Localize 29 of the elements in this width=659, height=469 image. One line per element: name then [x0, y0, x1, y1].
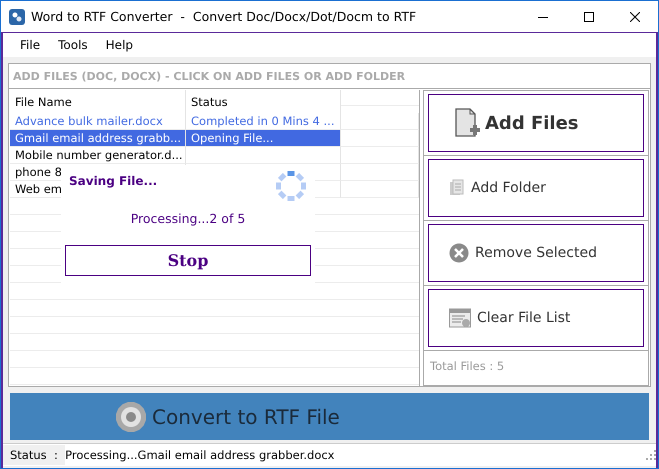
stop-button[interactable]: Stop — [65, 245, 311, 276]
total-files-count: Total Files : 5 — [429, 358, 506, 375]
menu-item[interactable]: Tools — [49, 36, 97, 54]
progress-message: Processing...2 of 5 — [130, 211, 246, 226]
action-button[interactable]: Clear File List — [428, 289, 644, 347]
window-title: Word to RTF Converter - Convert Doc/Docx/Dot/Docm to RTF — [31, 9, 416, 24]
column-header[interactable]: Status — [186, 90, 341, 113]
remove-icon — [449, 243, 469, 263]
file-plus-icon — [453, 108, 483, 138]
documents-icon — [449, 179, 465, 197]
status-label: Status : — [3, 445, 66, 465]
maximize-icon — [584, 12, 594, 22]
status-message: Processing...Gmail email address grabber.docx — [65, 448, 334, 462]
table-cell: Opening File... — [186, 130, 341, 147]
action-button[interactable]: Remove Selected — [428, 224, 644, 282]
table-cell: Mobile number generator.d... — [10, 147, 186, 164]
table-cell: Gmail email address grabb... — [10, 130, 186, 147]
action-button[interactable]: Add Folder — [428, 159, 644, 217]
resize-grip-icon — [646, 450, 656, 460]
convert-button[interactable]: Convert to RTF File — [10, 393, 649, 440]
loading-spinner-icon — [275, 170, 307, 202]
menu-item[interactable]: Help — [96, 36, 142, 54]
column-header[interactable]: File Name — [10, 90, 186, 113]
list-icon — [449, 308, 471, 328]
close-icon — [630, 12, 640, 22]
app-icon — [9, 8, 25, 24]
menu-item[interactable]: File — [11, 36, 50, 54]
gear-icon — [116, 402, 146, 432]
action-button[interactable]: Add Files — [428, 94, 644, 152]
